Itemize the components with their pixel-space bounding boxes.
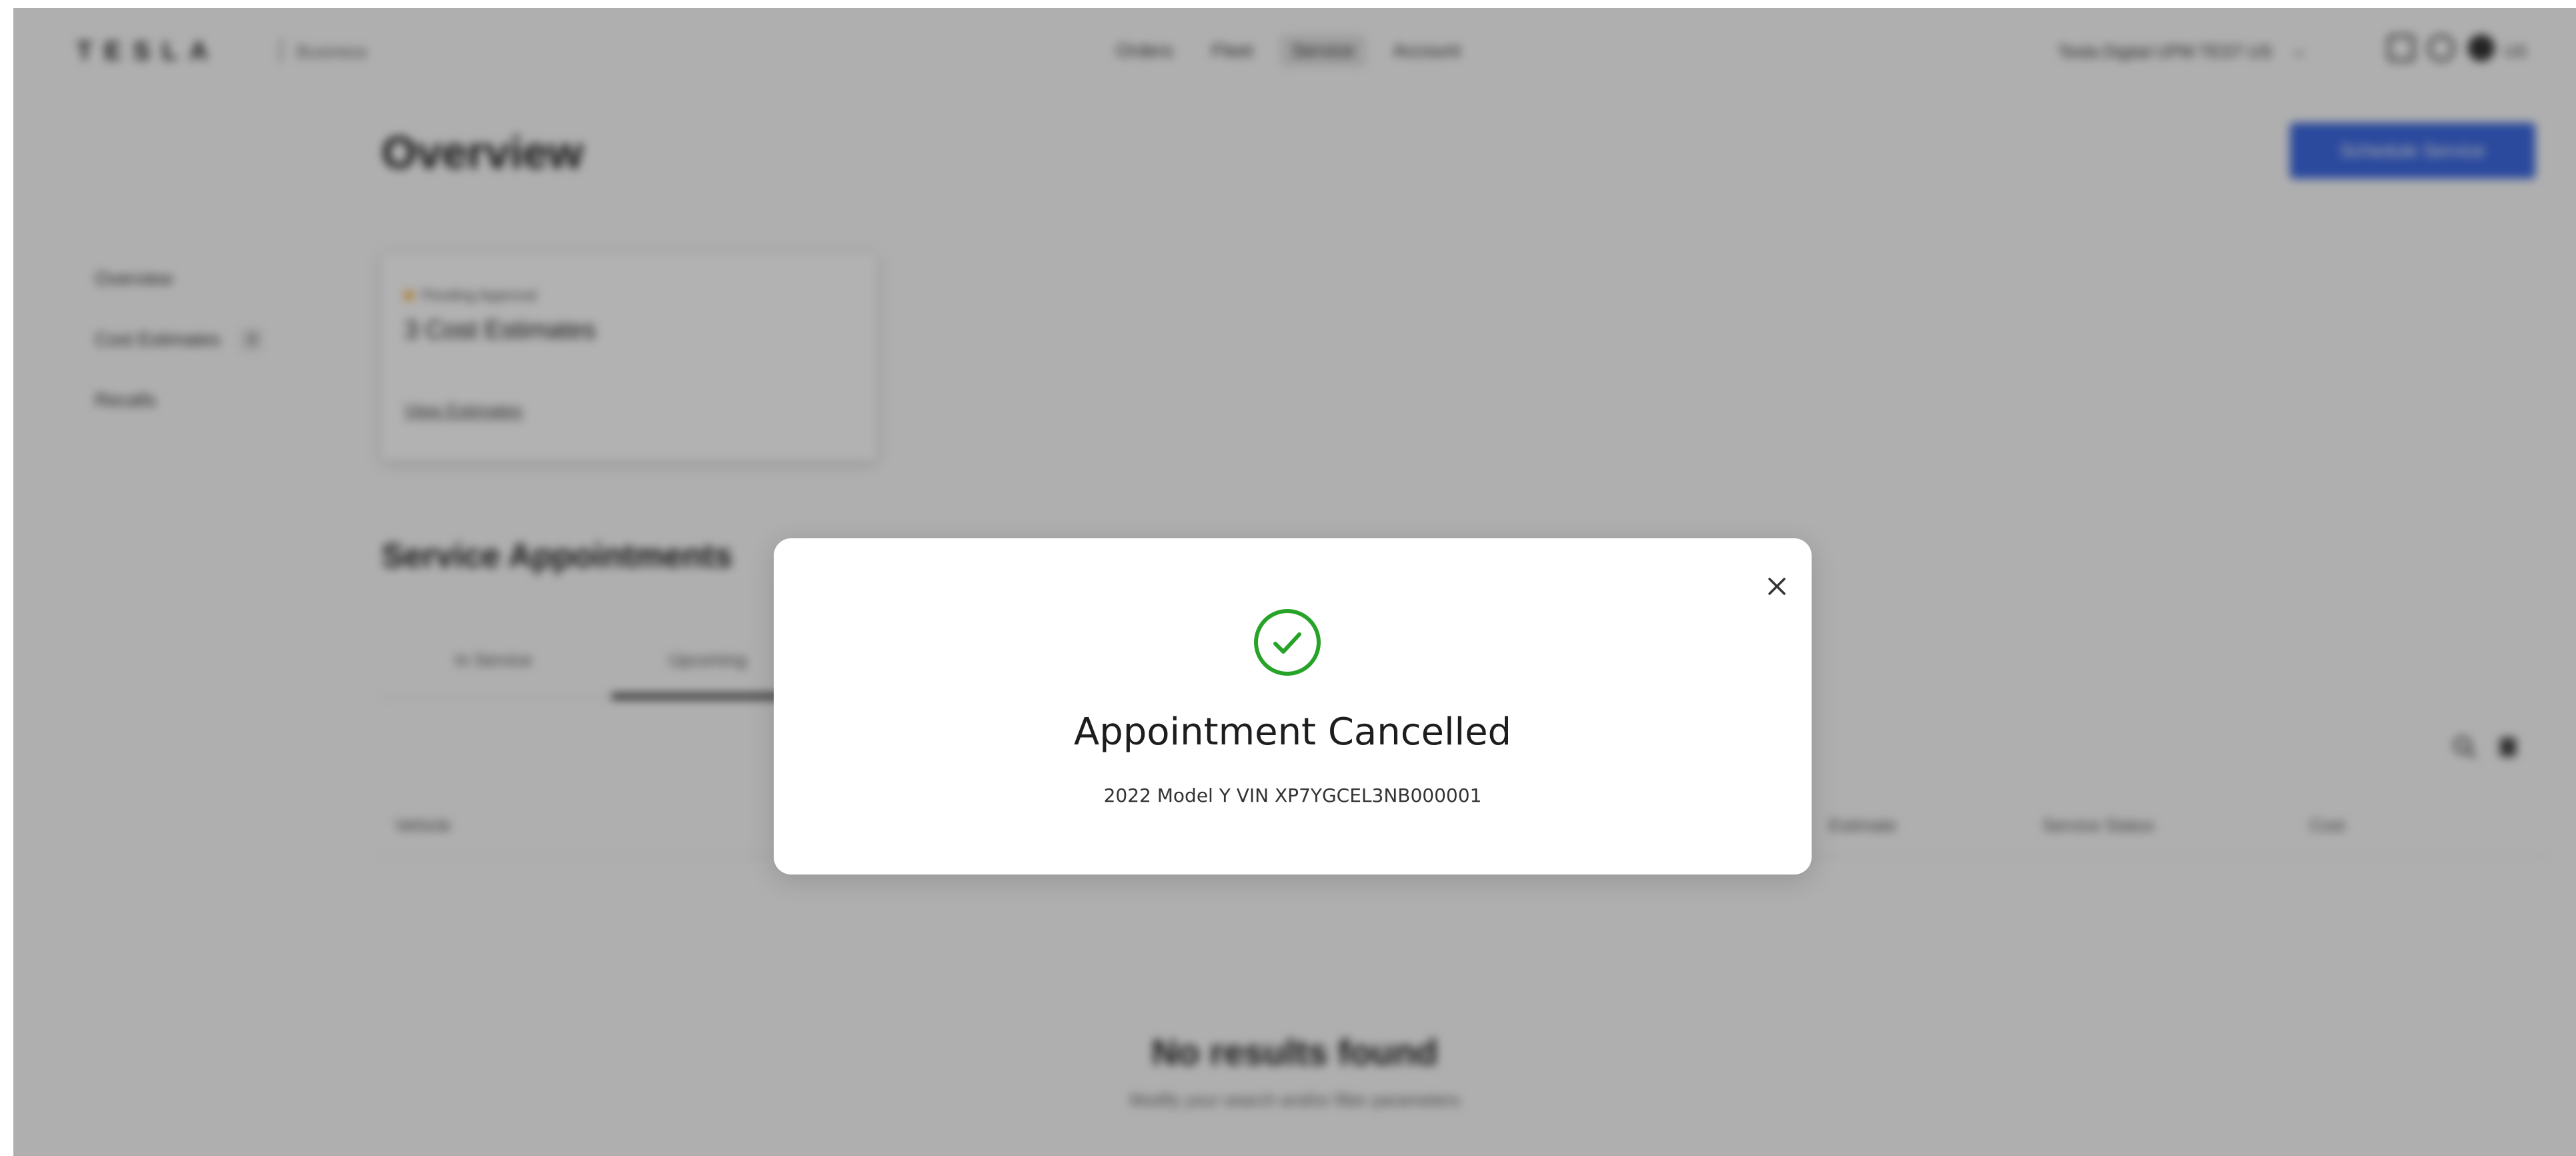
dialog-title: Appointment Cancelled: [1073, 710, 1512, 754]
appointment-cancelled-dialog: Appointment Cancelled 2022 Model Y VIN X…: [774, 538, 1812, 875]
dialog-subtitle: 2022 Model Y VIN XP7YGCEL3NB000001: [1103, 784, 1482, 806]
close-icon[interactable]: [1757, 566, 1797, 606]
success-check-icon: [1254, 609, 1321, 676]
